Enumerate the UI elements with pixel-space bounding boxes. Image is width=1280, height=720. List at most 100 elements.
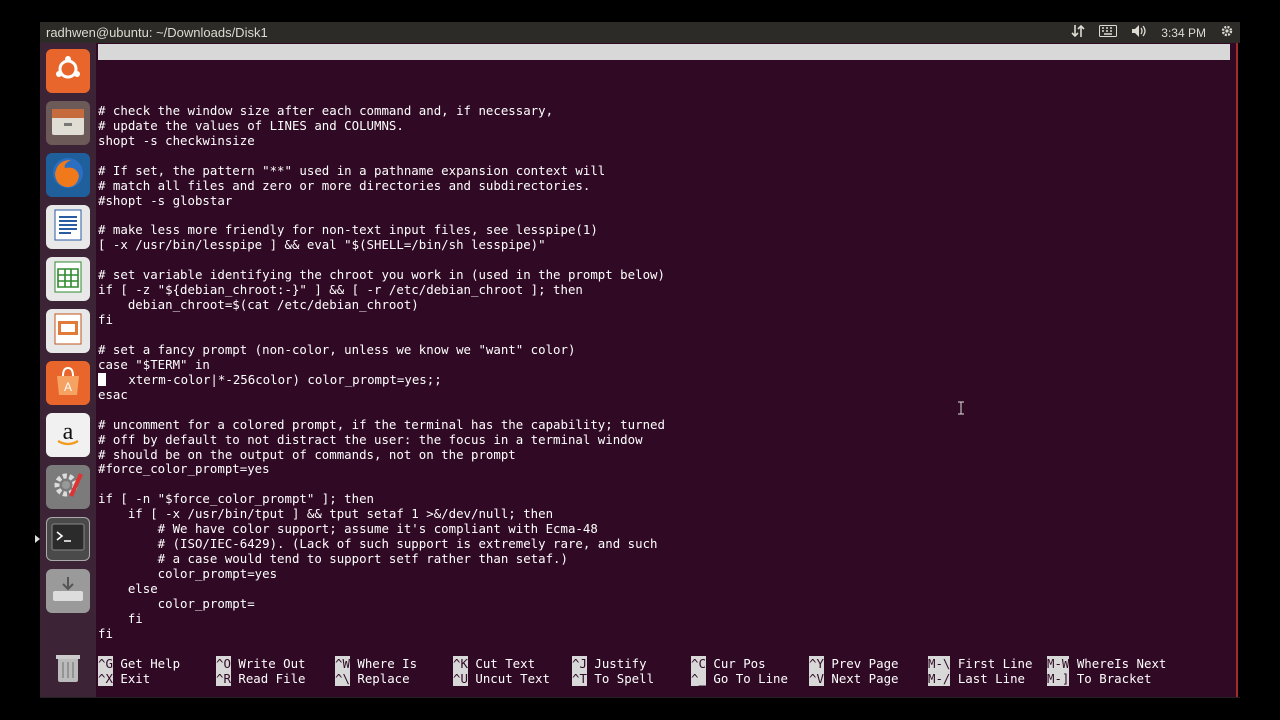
shortcut-label: Justify: [586, 656, 647, 671]
editor-line[interactable]: if [ -n "$force_color_prompt" ]; then: [98, 491, 665, 507]
shortcut-item: ^J Justify: [572, 656, 647, 671]
launcher-item-settings[interactable]: [46, 465, 90, 509]
libreoffice-calc-icon: [54, 261, 82, 297]
editor-line[interactable]: [98, 253, 665, 268]
editor-line[interactable]: color_prompt=: [98, 596, 665, 612]
network-icon[interactable]: [1071, 24, 1085, 41]
editor-line[interactable]: # (ISO/IEC-6429). (Lack of such support …: [98, 536, 665, 552]
launcher-item-impress[interactable]: [46, 309, 90, 353]
shortcut-item: M-/ Last Line: [928, 671, 1025, 686]
nano-shortcut-bar: ^G Get Help ^X Exit ^O Write Out ^R Read Fi…: [98, 656, 1236, 688]
svg-text:a: a: [63, 419, 74, 445]
launcher-item-calc[interactable]: [46, 257, 90, 301]
editor-line[interactable]: #force_color_prompt=yes: [98, 461, 665, 477]
shortcut-key: ^R: [216, 671, 231, 686]
editor-line[interactable]: # uncomment for a colored prompt, if the…: [98, 417, 665, 433]
editor-line[interactable]: # a case would tend to support setf rath…: [98, 551, 665, 567]
shortcut-item: ^Y Prev Page: [809, 656, 899, 671]
keyboard-icon[interactable]: [1099, 25, 1118, 40]
editor-line[interactable]: # make less more friendly for non-text i…: [98, 222, 665, 238]
window-title: radhwen@ubuntu: ~/Downloads/Disk1: [46, 25, 268, 40]
install-disk-icon: [51, 575, 85, 607]
svg-text:A: A: [64, 380, 72, 394]
editor-line[interactable]: fi: [98, 626, 665, 642]
editor-line[interactable]: xterm-color|*-256color) color_prompt=yes…: [98, 372, 665, 388]
editor-line[interactable]: # set variable identifying the chroot yo…: [98, 267, 665, 283]
editor-line[interactable]: # We have color support; assume it's com…: [98, 521, 665, 537]
editor-line[interactable]: esac: [98, 387, 665, 403]
editor-line[interactable]: debian_chroot=$(cat /etc/debian_chroot): [98, 297, 665, 313]
nano-title-bar: GNU nano 2.7.4 File: /home/radhwen/.bash…: [98, 44, 1230, 91]
editor-line[interactable]: [ -x /usr/bin/lesspipe ] && eval "$(SHEL…: [98, 237, 665, 253]
launcher-item-firefox[interactable]: [46, 153, 90, 197]
shortcut-label: Last Line: [950, 671, 1025, 686]
shortcut-item: ^X Exit: [98, 671, 150, 686]
shortcut-label: Where Is: [349, 656, 418, 671]
shortcut-item: M-] To Bracket: [1047, 671, 1151, 686]
editor-line[interactable]: [98, 149, 665, 164]
editor-line[interactable]: #shopt -s globstar: [98, 193, 665, 209]
shortcut-key: ^T: [572, 671, 587, 686]
launcher-item-terminal[interactable]: [35, 517, 101, 561]
shortcut-label: Uncut Text: [467, 671, 550, 686]
shortcut-key: ^Y: [809, 656, 824, 671]
editor-line[interactable]: [98, 403, 665, 418]
editor-line[interactable]: # should be on the output of commands, n…: [98, 447, 665, 463]
editor-line[interactable]: [98, 89, 665, 104]
trash-icon: [53, 650, 83, 688]
editor-line[interactable]: # off by default to not distract the use…: [98, 432, 665, 448]
editor-line[interactable]: fi: [98, 611, 665, 627]
shortcut-key: ^O: [216, 656, 231, 671]
clock[interactable]: 3:34 PM: [1161, 26, 1206, 40]
editor-line[interactable]: # check the window size after each comma…: [98, 103, 665, 119]
editor-line[interactable]: else: [98, 581, 665, 597]
shortcut-item: ^U Uncut Text: [453, 671, 550, 686]
libreoffice-impress-icon: [54, 313, 82, 349]
editor-line[interactable]: case "$TERM" in: [98, 357, 665, 373]
shortcut-key: M-\: [928, 656, 951, 671]
shortcut-key: ^V: [809, 671, 824, 686]
launcher-item-amazon[interactable]: a: [46, 413, 90, 457]
shortcut-item: ^K Cut Text: [453, 656, 535, 671]
editor-line[interactable]: # If set, the pattern "**" used in a pat…: [98, 163, 665, 179]
volume-icon[interactable]: [1131, 24, 1147, 41]
top-panel: radhwen@ubuntu: ~/Downloads/Disk1 3:34 P…: [40, 22, 1240, 43]
files-icon: [51, 106, 85, 140]
editor-line[interactable]: fi: [98, 312, 665, 328]
editor-line[interactable]: if [ -x /usr/bin/tput ] && tput setaf 1 …: [98, 506, 665, 522]
launcher-item-writer[interactable]: [46, 205, 90, 249]
launcher-item-disk[interactable]: [46, 569, 90, 613]
editor-line[interactable]: shopt -s checkwinsize: [98, 133, 665, 149]
shortcut-label: WhereIs Next: [1069, 656, 1167, 671]
shortcut-item: ^_ Go To Line: [691, 671, 788, 686]
shortcut-label: Cut Text: [467, 656, 536, 671]
editor-line[interactable]: [98, 328, 665, 343]
shortcut-item: ^R Read File: [216, 671, 306, 686]
gear-icon[interactable]: [1220, 24, 1234, 41]
shortcut-item: ^C Cur Pos: [691, 656, 766, 671]
system-settings-icon: [51, 468, 85, 506]
terminal-window[interactable]: GNU nano 2.7.4 File: /home/radhwen/.bash…: [96, 43, 1238, 697]
editor-line[interactable]: # match all files and zero or more direc…: [98, 178, 665, 194]
launcher-item-software[interactable]: A: [46, 361, 90, 405]
indicator-area: 3:34 PM: [1071, 24, 1240, 41]
editor-line[interactable]: # set a fancy prompt (non-color, unless …: [98, 342, 665, 358]
editor-line[interactable]: if [ -z "${debian_chroot:-}" ] && [ -r /…: [98, 282, 665, 298]
shortcut-label: Go To Line: [705, 671, 788, 686]
shortcut-key: M-W: [1047, 656, 1070, 671]
shortcut-key: ^_: [691, 671, 706, 686]
shortcut-key: ^\: [335, 671, 350, 686]
software-center-icon: A: [52, 365, 84, 401]
editor-line[interactable]: [98, 209, 665, 224]
shortcut-label: First Line: [950, 656, 1033, 671]
editor-buffer[interactable]: # check the window size after each comma…: [98, 89, 665, 642]
launcher-item-dash[interactable]: [46, 49, 90, 93]
launcher-item-files[interactable]: [46, 101, 90, 145]
shortcut-item: ^\ Replace: [335, 671, 410, 686]
shortcut-label: Next Page: [823, 671, 899, 686]
editor-line[interactable]: color_prompt=yes: [98, 566, 665, 582]
editor-line[interactable]: [98, 477, 665, 492]
editor-line[interactable]: # update the values of LINES and COLUMNS…: [98, 118, 665, 134]
shortcut-label: Prev Page: [823, 656, 899, 671]
launcher-item-trash[interactable]: [46, 647, 90, 691]
